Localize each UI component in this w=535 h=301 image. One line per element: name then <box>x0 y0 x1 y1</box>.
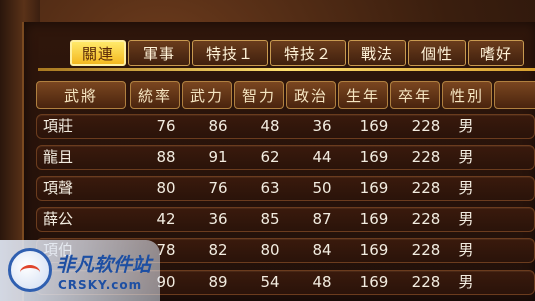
col-header-gender[interactable]: 性別 <box>442 81 492 109</box>
tab-relations[interactable]: 關連 <box>70 40 126 66</box>
table-row[interactable]: 項聲 80 76 63 50 169 228 男 <box>36 176 535 201</box>
cell-politics: 84 <box>312 241 332 259</box>
cell-intelligence: 62 <box>260 148 280 166</box>
cell-war: 36 <box>208 210 228 228</box>
cell-name: 龍且 <box>43 148 74 166</box>
cell-leadership: 42 <box>156 210 176 228</box>
cell-war: 82 <box>208 241 228 259</box>
table-row[interactable]: 項莊 76 86 48 36 169 228 男 <box>36 114 535 139</box>
col-header-birth-year[interactable]: 生年 <box>338 81 388 109</box>
cell-birth-year: 169 <box>359 241 389 259</box>
cell-birth-year: 169 <box>359 210 389 228</box>
col-header-death-year[interactable]: 卒年 <box>390 81 440 109</box>
cell-war: 86 <box>208 117 228 135</box>
cell-politics: 48 <box>312 273 332 291</box>
tab-underline <box>38 68 535 71</box>
cell-intelligence: 63 <box>260 179 280 197</box>
tab-skills-2[interactable]: 特技２ <box>270 40 346 66</box>
tab-military[interactable]: 軍事 <box>128 40 190 66</box>
cell-intelligence: 85 <box>260 210 280 228</box>
col-header-extra[interactable] <box>494 81 535 109</box>
site-logo-icon <box>8 248 52 292</box>
cell-politics: 50 <box>312 179 332 197</box>
cell-war: 89 <box>208 273 228 291</box>
cell-leadership: 88 <box>156 148 176 166</box>
cell-birth-year: 169 <box>359 148 389 166</box>
watermark-title: 非凡软件站 <box>56 254 152 276</box>
cell-war: 91 <box>208 148 228 166</box>
tab-skills-1[interactable]: 特技１ <box>192 40 268 66</box>
col-header-war[interactable]: 武力 <box>182 81 232 109</box>
col-header-intelligence[interactable]: 智力 <box>234 81 284 109</box>
table-row[interactable]: 薛公 42 36 85 87 169 228 男 <box>36 207 535 232</box>
cell-gender: 男 <box>458 148 474 166</box>
cell-name: 項莊 <box>43 117 74 135</box>
col-header-politics[interactable]: 政治 <box>286 81 336 109</box>
col-header-leadership[interactable]: 統率 <box>130 81 180 109</box>
cell-gender: 男 <box>458 179 474 197</box>
cell-leadership: 80 <box>156 179 176 197</box>
cell-politics: 87 <box>312 210 332 228</box>
cell-intelligence: 48 <box>260 117 280 135</box>
cell-gender: 男 <box>458 117 474 135</box>
tab-hobbies[interactable]: 嗜好 <box>468 40 524 66</box>
cell-intelligence: 54 <box>260 273 280 291</box>
cell-politics: 36 <box>312 117 332 135</box>
cell-birth-year: 169 <box>359 273 389 291</box>
cell-gender: 男 <box>458 273 474 291</box>
site-watermark: 非凡软件站 CRSKY.com <box>0 240 160 301</box>
cell-name: 薛公 <box>43 210 74 228</box>
cell-gender: 男 <box>458 241 474 259</box>
cell-name: 項聲 <box>43 179 74 197</box>
cell-politics: 44 <box>312 148 332 166</box>
cell-birth-year: 169 <box>359 179 389 197</box>
cell-birth-year: 169 <box>359 117 389 135</box>
tab-personality[interactable]: 個性 <box>408 40 466 66</box>
cell-intelligence: 80 <box>260 241 280 259</box>
cell-war: 76 <box>208 179 228 197</box>
table-row[interactable]: 龍且 88 91 62 44 169 228 男 <box>36 145 535 170</box>
cell-gender: 男 <box>458 210 474 228</box>
cell-leadership: 76 <box>156 117 176 135</box>
tab-tactics[interactable]: 戰法 <box>348 40 406 66</box>
watermark-url: CRSKY.com <box>58 278 143 292</box>
col-header-name[interactable]: 武將 <box>36 81 126 109</box>
